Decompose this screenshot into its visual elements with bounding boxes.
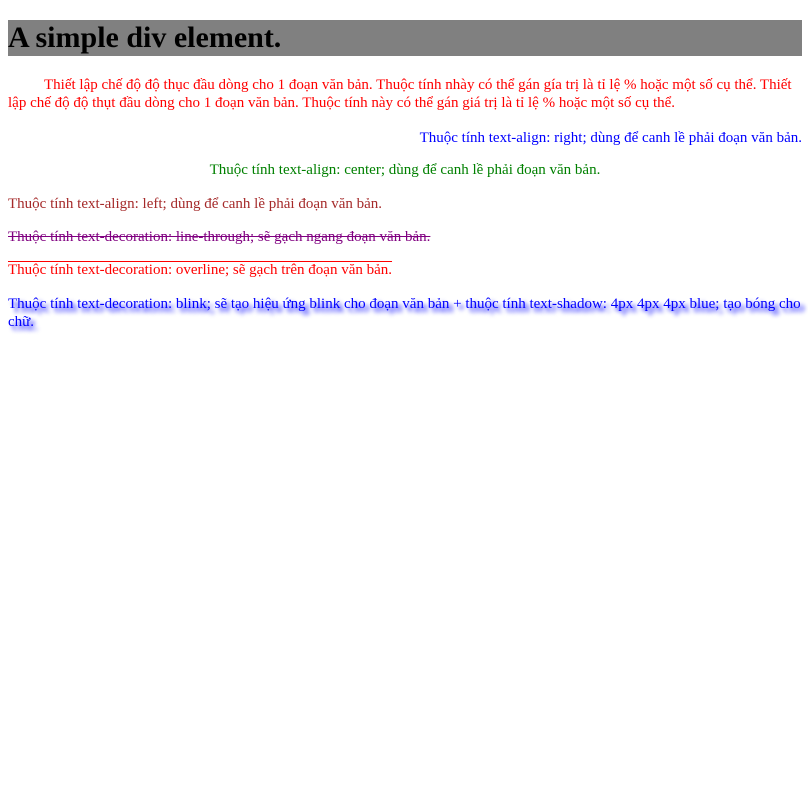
right-aligned-paragraph: Thuộc tính text-align: right; dùng để ca… <box>419 130 802 146</box>
center-aligned-paragraph: Thuộc tính text-align: center; dùng để c… <box>209 162 601 178</box>
overline-paragraph: Thuộc tính text-decoration: overline; sẽ… <box>8 262 393 278</box>
text-shadow-paragraph: Thuộc tính text-decoration: blink; sẽ tạ… <box>8 296 801 330</box>
line-through-paragraph: Thuộc tính text-decoration: line-through… <box>8 229 431 245</box>
indented-paragraph: Thiết lập chế độ độ thục đầu dòng cho 1 … <box>8 77 792 111</box>
page-title: A simple div element. <box>8 21 282 54</box>
left-aligned-paragraph: Thuộc tính text-align: left; dùng để can… <box>8 196 383 212</box>
page: A simple div element. Thiết lập chế độ đ… <box>0 0 808 793</box>
title-banner: A simple div element. <box>8 20 802 56</box>
